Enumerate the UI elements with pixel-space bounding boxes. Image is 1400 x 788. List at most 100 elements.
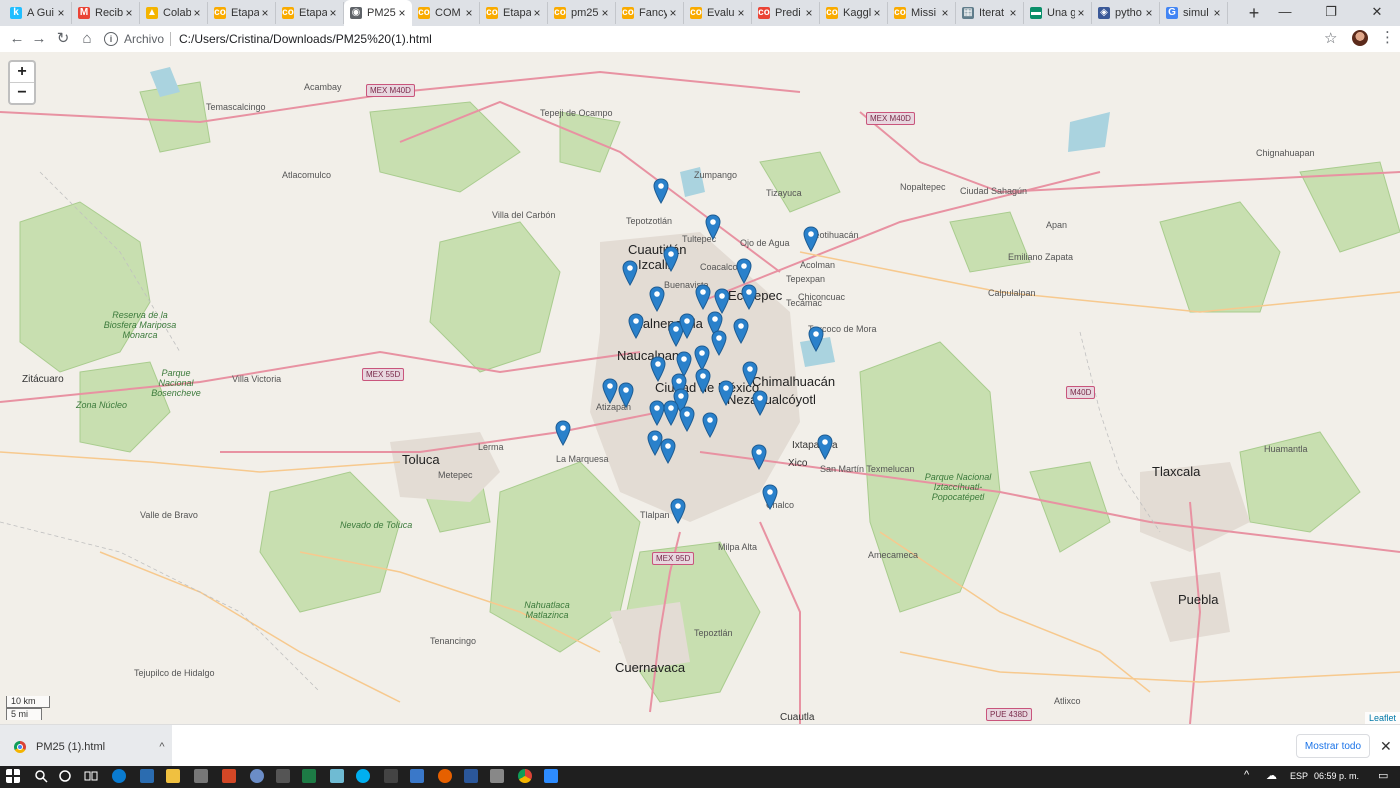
clock[interactable]: 06:59 p. m. [1314,771,1359,781]
tab-15[interactable]: ▬ Una g × [1024,2,1092,24]
tab-close-icon[interactable]: × [1143,7,1155,19]
app-icon[interactable] [384,769,398,783]
home-icon[interactable]: ⌂ [78,30,96,48]
tab-1[interactable]: M Recib × [72,2,140,24]
tab-close-icon[interactable]: × [939,7,951,19]
forward-arrow-icon[interactable]: → [30,30,48,48]
map-marker-icon[interactable] [736,258,752,284]
tab-close-icon[interactable]: × [191,7,203,19]
tab-13[interactable]: co Missi × [888,2,956,24]
tab-close-icon[interactable]: × [871,7,883,19]
notification-icon[interactable]: ▭ [1378,769,1388,782]
map-marker-icon[interactable] [762,484,778,510]
map-marker-icon[interactable] [602,378,618,404]
map-marker-icon[interactable] [622,260,638,286]
map-marker-icon[interactable] [808,326,824,352]
map-marker-icon[interactable] [555,420,571,446]
back-arrow-icon[interactable]: ← [8,30,26,48]
address-bar[interactable]: i Archivo C:/Users/Cristina/Downloads/PM… [104,29,1334,49]
map-marker-icon[interactable] [718,380,734,406]
tab-close-icon[interactable]: × [531,7,543,19]
app-icon[interactable] [140,769,154,783]
map-marker-icon[interactable] [679,313,695,339]
tab-6[interactable]: co COM × [412,2,480,24]
tab-4[interactable]: co Etapa × [276,2,344,24]
address-url[interactable]: C:/Users/Cristina/Downloads/PM25%20(1).h… [179,32,432,46]
browser-menu-icon[interactable]: ⋮ [1380,29,1395,47]
app-icon[interactable] [330,769,344,783]
map-marker-icon[interactable] [751,444,767,470]
file-explorer-icon[interactable] [166,769,180,783]
minimize-button[interactable]: — [1262,0,1308,26]
map-marker-icon[interactable] [711,330,727,356]
close-window-button[interactable]: ✕ [1354,0,1400,26]
tab-12[interactable]: co Kaggl × [820,2,888,24]
app-icon[interactable] [410,769,424,783]
tab-close-icon[interactable]: × [735,7,747,19]
map-marker-icon[interactable] [618,382,634,408]
edge-icon[interactable] [112,769,126,783]
tray-chevron-icon[interactable]: ^ [1244,769,1249,781]
tab-close-icon[interactable]: × [599,7,611,19]
tab-close-icon[interactable]: × [667,7,679,19]
bookmark-star-icon[interactable]: ☆ [1324,30,1337,48]
map-marker-icon[interactable] [670,498,686,524]
tab-3[interactable]: co Etapa × [208,2,276,24]
map-marker-icon[interactable] [742,361,758,387]
tab-close-icon[interactable]: × [463,7,475,19]
maximize-button[interactable]: ❐ [1308,0,1354,26]
reload-icon[interactable]: ↻ [54,30,72,48]
tab-7[interactable]: co Etapa × [480,2,548,24]
zoom-app-icon[interactable] [544,769,558,783]
map-marker-icon[interactable] [628,313,644,339]
tab-close-icon[interactable]: × [1211,7,1223,19]
tab-close-icon[interactable]: × [1007,7,1019,19]
app-icon[interactable] [490,769,504,783]
map-marker-icon[interactable] [679,406,695,432]
tab-close-icon[interactable]: × [55,7,67,19]
map-marker-icon[interactable] [817,434,833,460]
chevron-up-icon[interactable]: ^ [152,741,172,753]
tab-10[interactable]: co Evalu × [684,2,752,24]
calculator-icon[interactable] [194,769,208,783]
map-marker-icon[interactable] [660,438,676,464]
firefox-icon[interactable] [438,769,452,783]
map-marker-icon[interactable] [695,368,711,394]
close-download-bar-icon[interactable]: ✕ [1380,737,1392,755]
tab-8[interactable]: co pm25 × [548,2,616,24]
tab-11[interactable]: co Predi × [752,2,820,24]
profile-avatar[interactable] [1352,30,1368,46]
map-marker-icon[interactable] [650,356,666,382]
task-view-icon[interactable] [84,769,98,783]
tab-close-icon[interactable]: × [803,7,815,19]
tab-close-icon[interactable]: × [327,7,339,19]
tab-close-icon[interactable]: × [396,7,408,19]
map-marker-icon[interactable] [733,318,749,344]
search-icon[interactable] [34,769,48,783]
map-marker-icon[interactable] [702,412,718,438]
tab-9[interactable]: co Fancy × [616,2,684,24]
map-marker-icon[interactable] [741,284,757,310]
map-marker-icon[interactable] [663,400,679,426]
tab-16[interactable]: ◈ pytho × [1092,2,1160,24]
language-indicator[interactable]: ESP [1290,771,1308,781]
map-marker-icon[interactable] [705,214,721,240]
leaflet-attribution-link[interactable]: Leaflet [1364,712,1400,724]
excel-icon[interactable] [302,769,316,783]
app-icon[interactable] [250,769,264,783]
tab-17[interactable]: Gsimul × [1160,2,1228,24]
powerpoint-icon[interactable] [222,769,236,783]
word-icon[interactable] [464,769,478,783]
map-marker-icon[interactable] [803,226,819,252]
map-marker-icon[interactable] [653,178,669,204]
zoom-in-button[interactable]: + [10,62,34,82]
map-marker-icon[interactable] [752,390,768,416]
tab-close-icon[interactable]: × [259,7,271,19]
leaflet-map[interactable]: Cuautitlán Izcalli Tlalnepantla Naucalpa… [0,52,1400,724]
zoom-out-button[interactable]: − [10,82,34,103]
map-marker-icon[interactable] [649,286,665,312]
new-tab-button[interactable]: + [1244,3,1264,23]
cloud-icon[interactable]: ☁ [1266,769,1277,782]
windows-start-icon[interactable] [6,769,20,783]
map-marker-icon[interactable] [695,284,711,310]
